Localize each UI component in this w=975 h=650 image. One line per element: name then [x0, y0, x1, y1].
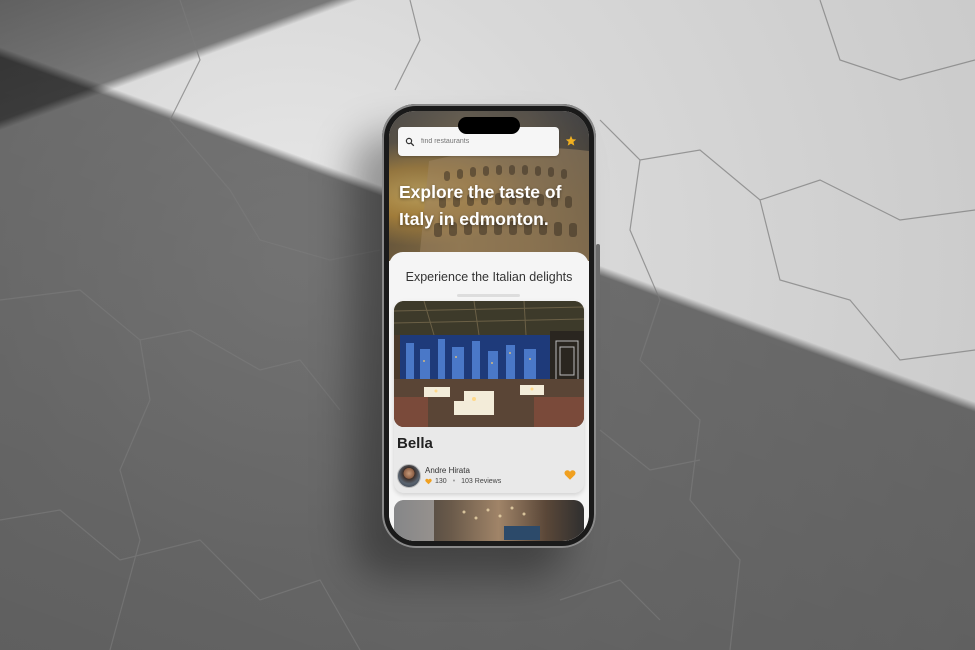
author-name: Andre Hirata [425, 466, 470, 475]
restaurant-name: Bella [397, 435, 433, 452]
reviews-count: 103 Reviews [461, 478, 502, 485]
likes-count: 130 [435, 478, 447, 485]
section-title: Experience the Italian delights [405, 270, 573, 284]
avatar[interactable] [397, 464, 421, 488]
restaurant-card[interactable]: Bella Andre Hirata 130 • 103 Reviews [394, 301, 584, 493]
content-sheet: Experience the Italian delights Bella An… [389, 252, 589, 541]
separator-dot: • [452, 478, 456, 485]
heart-icon[interactable] [564, 469, 576, 481]
hero-title: Explore the taste of Italy in edmonton. [399, 182, 562, 229]
star-icon[interactable] [565, 135, 577, 147]
phone-frame: Explore the taste of Italy in edmonton. … [382, 104, 600, 548]
sheet-handle[interactable] [457, 294, 520, 297]
search-icon [405, 137, 415, 146]
restaurant-card[interactable] [394, 500, 584, 541]
restaurant-photo [394, 500, 540, 541]
search-input[interactable] [421, 138, 551, 145]
dynamic-island [458, 117, 520, 134]
app-screen: Explore the taste of Italy in edmonton. … [389, 111, 589, 541]
restaurant-photo [394, 301, 584, 427]
phone-side-button [596, 244, 600, 300]
heart-icon [425, 478, 432, 485]
card-meta: 130 • 103 Reviews [425, 478, 501, 485]
